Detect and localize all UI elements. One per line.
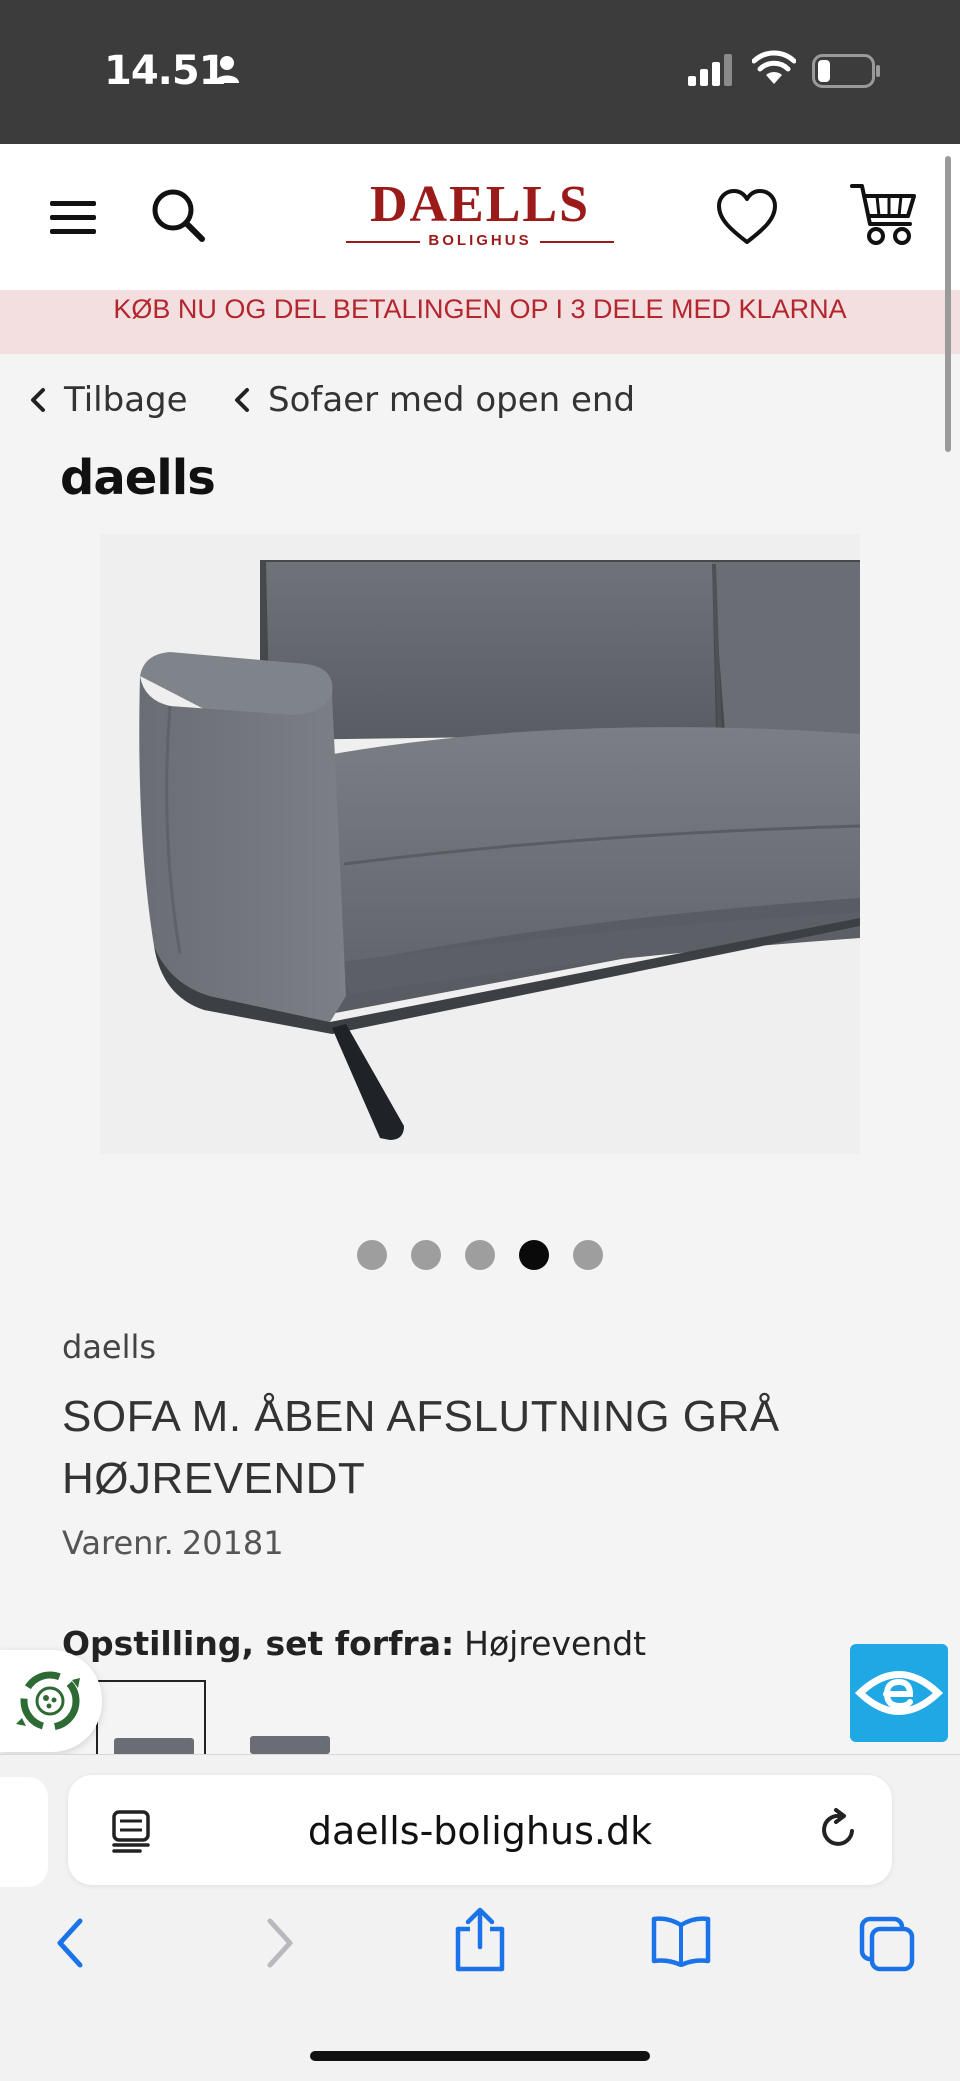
tabs-button[interactable] <box>858 1915 918 1978</box>
logo-subtitle: BOLIGHUS <box>344 232 616 249</box>
chevron-left-icon <box>57 1918 83 1968</box>
heart-icon[interactable] <box>716 188 778 246</box>
category-link-label: Sofaer med open end <box>268 380 636 420</box>
browser-toolbar: daells-bolighus.dk <box>0 1754 960 2081</box>
option-swatch-selected[interactable] <box>96 1680 206 1760</box>
sku-label: Varenr. <box>62 1524 174 1562</box>
tabs-icon <box>859 1916 915 1972</box>
klarna-promo-banner[interactable]: KØB NU OG DEL BETALINGEN OP I 3 DELE MED… <box>0 290 960 354</box>
brand-heading: daells <box>60 450 216 506</box>
site-header: DAELLS BOLIGHUS <box>0 144 960 290</box>
breadcrumb: Tilbage Sofaer med open end <box>0 380 960 430</box>
forward-button[interactable] <box>262 1915 298 1976</box>
recycle-icon <box>16 1671 80 1731</box>
product-title: SOFA M. ÅBEN AFSLUTNING GRÅ HØJREVENDT <box>62 1392 780 1503</box>
sku-value: 20181 <box>181 1524 284 1562</box>
eco-badge[interactable] <box>0 1650 102 1752</box>
gallery-dot[interactable] <box>357 1240 387 1270</box>
person-icon <box>215 56 239 83</box>
promo-text: KØB NU OG DEL BETALINGEN OP I 3 DELE MED… <box>113 294 847 324</box>
status-time: 14.51 <box>104 48 227 94</box>
reload-icon[interactable] <box>816 1807 860 1851</box>
search-icon[interactable] <box>150 187 206 243</box>
wifi-icon <box>752 50 796 84</box>
chevron-right-icon <box>267 1918 293 1968</box>
share-icon <box>455 1907 505 1972</box>
back-button[interactable] <box>52 1915 88 1976</box>
gallery-dot[interactable] <box>411 1240 441 1270</box>
product-sku: Varenr. 20181 <box>62 1524 284 1562</box>
back-link[interactable]: Tilbage <box>30 380 188 420</box>
gallery-pagination <box>0 1240 960 1270</box>
book-icon <box>651 1916 711 1968</box>
accessibility-badge[interactable] <box>850 1644 948 1742</box>
category-link[interactable]: Sofaer med open end <box>234 380 635 420</box>
previous-tab-preview[interactable] <box>0 1777 48 1887</box>
share-button[interactable] <box>452 1907 508 1978</box>
url-text: daells-bolighus.dk <box>307 1809 653 1853</box>
option-label: Opstilling, set forfra: <box>62 1624 455 1663</box>
chevron-left-icon <box>235 388 249 412</box>
back-link-label: Tilbage <box>64 380 188 420</box>
page: 14.51 DAELLS BOLIGHUS KØB NU OG DEL BETA… <box>0 0 960 2081</box>
sofa-illustration <box>139 560 861 1140</box>
chevron-left-icon <box>31 388 45 412</box>
hamburger-icon[interactable] <box>50 201 96 235</box>
battery-icon <box>812 54 880 88</box>
product-image[interactable] <box>100 534 861 1154</box>
option-selector-label: Opstilling, set forfra: Højrevendt <box>62 1624 646 1663</box>
browser-nav <box>0 1907 960 1985</box>
option-swatch[interactable] <box>234 1680 344 1760</box>
gallery-dot[interactable] <box>573 1240 603 1270</box>
cellular-signal-icon <box>688 54 732 86</box>
site-logo[interactable]: DAELLS BOLIGHUS <box>344 176 616 250</box>
bookmarks-button[interactable] <box>650 1915 712 1972</box>
logo-brand: DAELLS <box>369 176 591 233</box>
product-vendor[interactable]: daells <box>62 1328 156 1366</box>
home-indicator <box>310 2051 650 2061</box>
gallery-dot[interactable] <box>465 1240 495 1270</box>
gallery-dot-active[interactable] <box>519 1240 549 1270</box>
address-bar[interactable]: daells-bolighus.dk <box>68 1775 892 1885</box>
eye-icon <box>854 1671 944 1715</box>
option-value: Højrevendt <box>464 1624 647 1663</box>
cart-icon[interactable] <box>850 182 918 250</box>
status-bar: 14.51 <box>0 0 960 144</box>
